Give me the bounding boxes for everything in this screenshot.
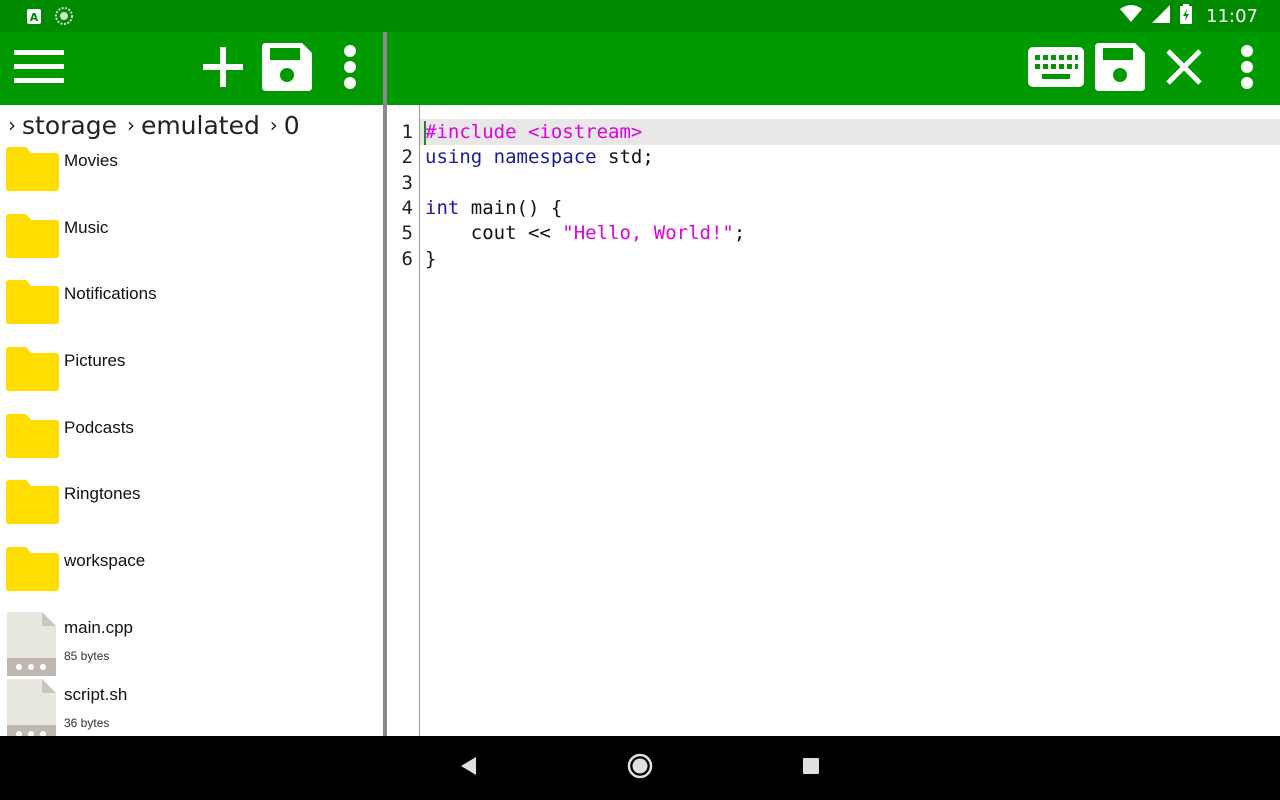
back-icon: [460, 757, 476, 779]
folder-icon: [6, 480, 59, 525]
folder-item[interactable]: Ringtones: [0, 476, 383, 543]
code-token: }: [425, 247, 437, 270]
code-token: int: [425, 196, 460, 219]
add-button[interactable]: [198, 32, 248, 105]
editor-save-button[interactable]: [1093, 32, 1147, 105]
status-bar: A 11:07: [0, 0, 1280, 32]
folder-icon: [6, 413, 59, 458]
explorer-toolbar: [0, 32, 383, 105]
keyboard-button[interactable]: [1025, 32, 1087, 105]
chevron-right-icon: ›: [8, 113, 16, 137]
line-number: 1: [401, 121, 413, 143]
save-button[interactable]: [258, 32, 316, 105]
item-name: Notifications: [64, 284, 157, 304]
folder-icon: [6, 547, 59, 592]
item-name: script.sh: [64, 684, 128, 704]
line-number: 5: [401, 222, 413, 245]
battery-icon: [1180, 4, 1193, 28]
more-vert-icon: [343, 44, 357, 93]
item-name: main.cpp: [64, 617, 133, 637]
line-number: 3: [401, 171, 413, 194]
line-number: 6: [401, 247, 413, 270]
item-name: Podcasts: [64, 417, 134, 437]
code-token: "Hello, World!": [562, 222, 734, 245]
breadcrumb-item[interactable]: 0: [284, 111, 300, 140]
home-button[interactable]: [620, 736, 660, 800]
recents-button[interactable]: [791, 736, 831, 800]
file-explorer: › storage › emulated › 0 Movies Music Notific…: [0, 105, 383, 736]
file-icon: [6, 678, 58, 736]
svg-text:A: A: [30, 11, 39, 24]
folder-icon: [6, 147, 59, 191]
folder-item[interactable]: Podcasts: [0, 410, 383, 477]
file-item[interactable]: main.cpp 85 bytes: [0, 610, 383, 677]
file-item[interactable]: script.sh 36 bytes: [0, 677, 383, 736]
save-icon: [262, 42, 312, 95]
spinner-icon: [55, 7, 73, 29]
app-a-icon: A: [27, 8, 41, 28]
code-token: cout <<: [425, 222, 563, 245]
code-line: cout << "Hello, World!";: [425, 222, 746, 245]
signal-icon: [1152, 5, 1171, 27]
file-icon: [6, 611, 58, 676]
chevron-right-icon: ›: [126, 113, 135, 137]
folder-icon: [6, 213, 59, 258]
line-number-gutter: 1 234 56: [387, 105, 420, 736]
item-size: 85 bytes: [64, 648, 110, 663]
navigation-bar: [0, 736, 1280, 800]
add-icon: [203, 46, 243, 91]
menu-button[interactable]: [10, 32, 68, 105]
code-editor[interactable]: 1 234 56 #include <iostream> using namespac…: [387, 105, 1280, 736]
code-line: }: [425, 248, 436, 270]
folder-item[interactable]: Music: [0, 210, 383, 277]
code-token: using namespace: [425, 146, 597, 169]
breadcrumb-item[interactable]: storage: [22, 111, 117, 140]
wifi-icon: [1120, 5, 1143, 27]
code-token: ;: [733, 222, 746, 245]
recents-icon: [802, 757, 820, 779]
item-name: workspace: [64, 551, 146, 571]
more-vert-icon: [1240, 44, 1254, 93]
editor-more-options-button[interactable]: [1229, 32, 1265, 105]
line-number: 4: [401, 196, 413, 219]
file-list: Movies Music Notifications Pictures Podcasts…: [0, 143, 383, 736]
folder-item[interactable]: workspace: [0, 543, 383, 610]
folder-item[interactable]: Pictures: [0, 343, 383, 410]
breadcrumb: › storage › emulated › 0: [6, 111, 300, 140]
breadcrumb-item[interactable]: emulated: [141, 111, 260, 140]
home-icon: [627, 753, 653, 783]
more-options-button[interactable]: [330, 32, 370, 105]
close-icon: [1165, 48, 1203, 90]
folder-item[interactable]: Notifications: [0, 276, 383, 343]
item-name: Music: [64, 217, 109, 237]
folder-icon: [6, 347, 59, 392]
back-button[interactable]: [448, 736, 488, 800]
editor-toolbar: [387, 32, 1280, 105]
code-token: #include <iostream>: [425, 121, 643, 143]
code-line: using namespace std;: [425, 146, 654, 168]
item-name: Movies: [64, 151, 118, 170]
item-size: 36 bytes: [64, 715, 110, 730]
status-time: 11:07: [1206, 5, 1258, 27]
item-name: Ringtones: [64, 484, 141, 504]
line-number: 2: [401, 146, 413, 169]
menu-icon: [14, 49, 64, 88]
code-line: #include <iostream>: [425, 121, 642, 143]
code-line: int main() {: [425, 197, 562, 219]
text-cursor: [424, 121, 426, 145]
close-file-button[interactable]: [1159, 32, 1209, 105]
folder-icon: [6, 280, 59, 325]
keyboard-icon: [1028, 46, 1084, 91]
folder-item[interactable]: Movies: [0, 143, 383, 210]
item-name: Pictures: [64, 351, 126, 371]
save-icon: [1095, 42, 1145, 95]
chevron-right-icon: ›: [269, 113, 278, 137]
code-token: main() {: [459, 196, 563, 219]
code-token: std;: [596, 146, 654, 169]
